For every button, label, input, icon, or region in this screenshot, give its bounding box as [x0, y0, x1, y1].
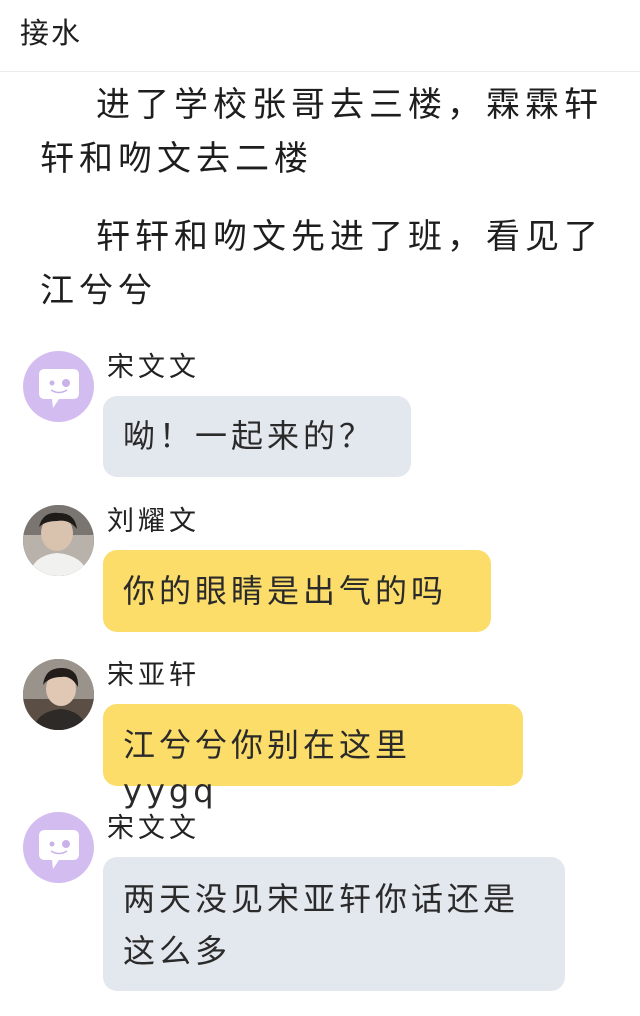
user-photo — [23, 505, 94, 576]
message-bubble[interactable]: 两天没见宋亚轩你话还是这么多 — [103, 857, 565, 991]
message-bubble[interactable]: 江兮兮你别在这里yygq — [103, 704, 523, 810]
message-text: 两天没见宋亚轩你话还是这么多 — [123, 880, 520, 970]
avatar[interactable] — [23, 659, 94, 730]
avatar[interactable] — [23, 351, 94, 422]
avatar[interactable] — [23, 812, 94, 883]
message-bubble[interactable]: 呦！一起来的？ — [103, 396, 411, 477]
message-text: 你的眼睛是出气的吗 — [123, 572, 448, 610]
sender-name: 刘耀文 — [107, 506, 200, 537]
chat-bubble-placeholder-icon — [39, 830, 79, 869]
title-bar: 接水 — [0, 0, 640, 72]
narration-paragraph: 轩轩和吻文先进了班，看见了江兮兮 — [40, 217, 603, 311]
message-text: 江兮兮你别在这里yygq — [123, 726, 412, 810]
message-text: 呦！一起来的？ — [123, 417, 376, 455]
chat-bubble-placeholder-icon — [39, 369, 79, 408]
narration-paragraph: 进了学校张哥去三楼，霖霖轩轩和吻文去二楼 — [40, 85, 603, 179]
sender-name: 宋文文 — [107, 813, 200, 844]
sender-name: 宋文文 — [107, 352, 200, 383]
sender-name: 宋亚轩 — [107, 660, 200, 691]
user-photo — [23, 659, 94, 730]
page-title: 接水 — [20, 16, 83, 50]
avatar[interactable] — [23, 505, 94, 576]
message-bubble[interactable]: 你的眼睛是出气的吗 — [103, 550, 491, 632]
